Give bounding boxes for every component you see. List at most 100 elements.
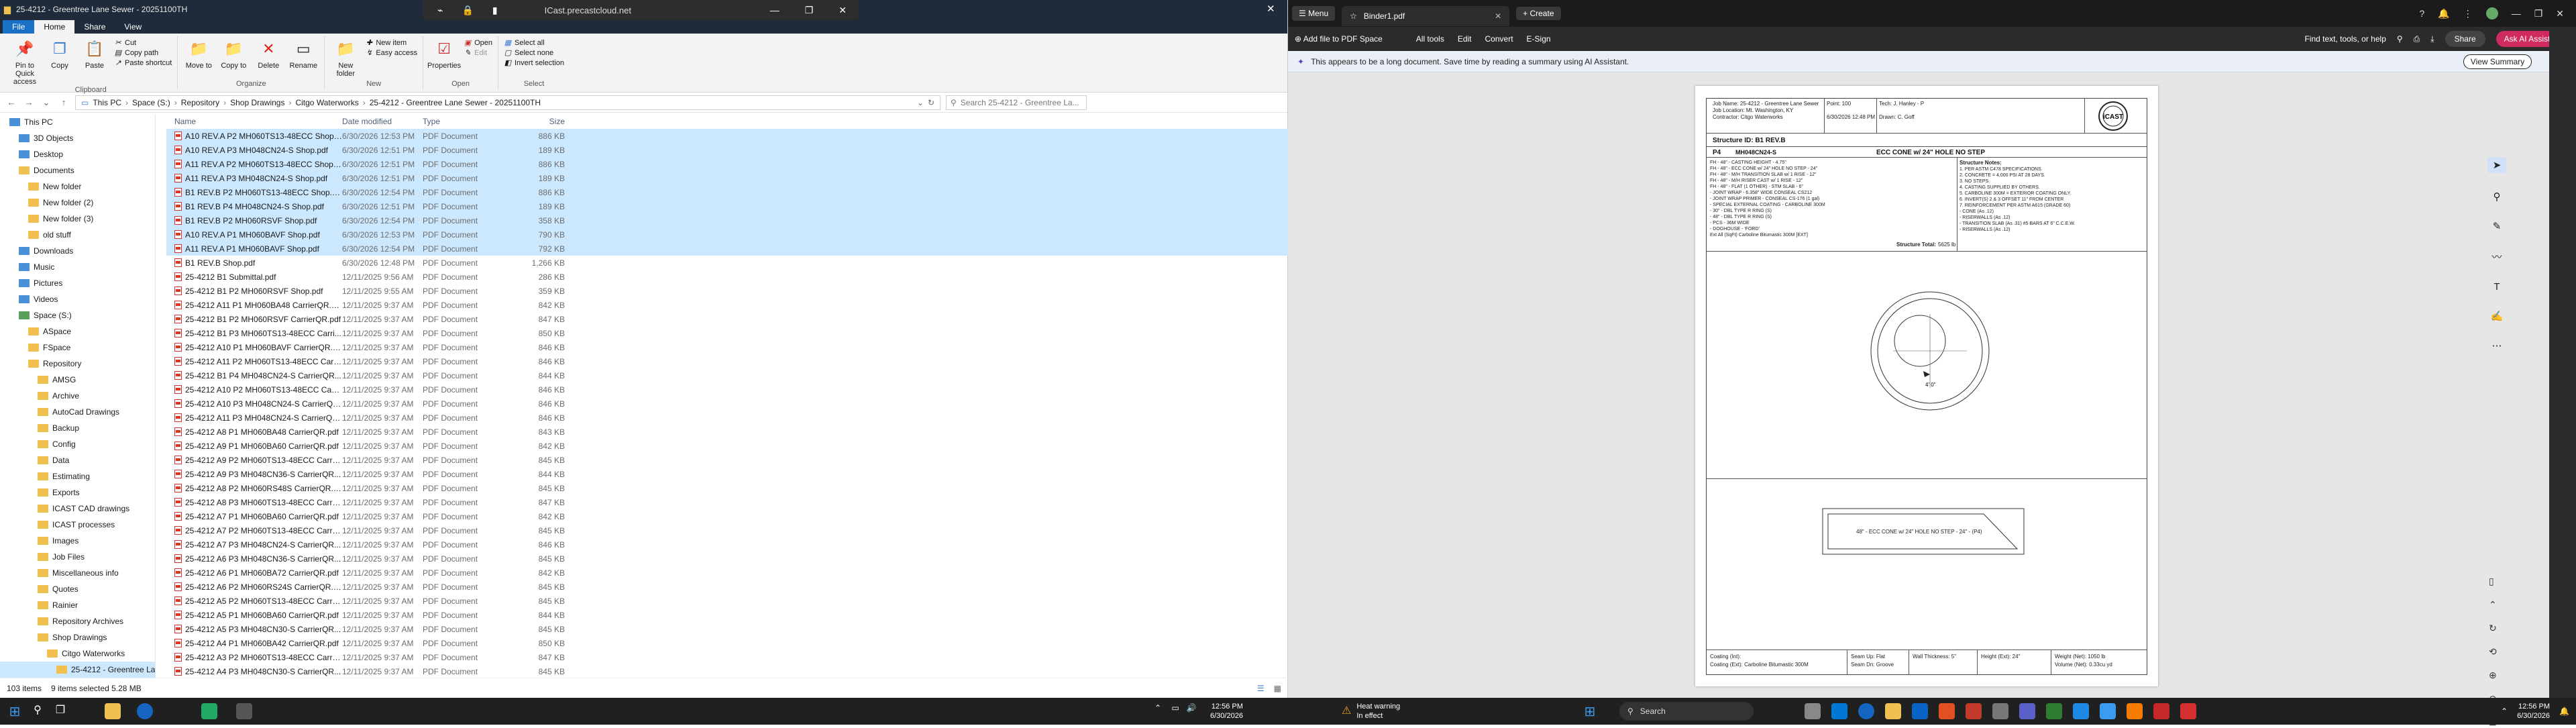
app-icon[interactable] bbox=[1831, 703, 1847, 719]
file-row[interactable]: A11 REV.A P3 MH048CN24-S Shop.pdf 6/30/20… bbox=[166, 171, 1288, 185]
file-row[interactable]: B1 REV.B Shop.pdf 6/30/2026 12:48 PM PDF D… bbox=[166, 256, 1288, 270]
file-row[interactable]: 25-4212 A10 P1 MH060BAVF CarrierQR.pdf 12… bbox=[166, 340, 1288, 354]
col-size-header[interactable]: Size bbox=[511, 117, 565, 126]
file-row[interactable]: 25-4212 A9 P1 MH060BA60 CarrierQR.pdf 12/… bbox=[166, 439, 1288, 453]
nav-item[interactable]: Rainier bbox=[0, 597, 155, 613]
nav-item[interactable]: FSpace bbox=[0, 340, 155, 356]
app-icon[interactable] bbox=[1939, 703, 1955, 719]
nav-item[interactable]: Music bbox=[0, 259, 155, 275]
app-icon[interactable] bbox=[1966, 703, 1982, 719]
windows-start-icon[interactable]: ⊞ bbox=[7, 703, 23, 719]
star-icon[interactable]: ☆ bbox=[1350, 11, 1357, 21]
file-row[interactable]: B1 REV.B P2 MH060RSVF Shop.pdf 6/30/2026 … bbox=[166, 213, 1288, 227]
file-row[interactable]: A10 REV.A P3 MH048CN24-S Shop.pdf 6/30/20… bbox=[166, 143, 1288, 157]
file-row[interactable]: 25-4212 A5 P1 MH060BA60 CarrierQR.pdf 12/… bbox=[166, 608, 1288, 622]
nav-item[interactable]: Quotes bbox=[0, 581, 155, 597]
file-row[interactable]: A10 REV.A P2 MH060TS13-48ECC Shop.pdf 6/3… bbox=[166, 129, 1288, 143]
file-row[interactable]: 25-4212 A8 P2 MH060RS48S CarrierQR.pdf 12… bbox=[166, 481, 1288, 495]
file-row[interactable]: 25-4212 A7 P1 MH060BA60 CarrierQR.pdf 12/… bbox=[166, 509, 1288, 523]
zoom-tool-icon[interactable]: ⚲ bbox=[2493, 191, 2501, 203]
stamp-icon[interactable]: ✍ bbox=[2491, 310, 2504, 322]
create-button[interactable]: + Create bbox=[1516, 7, 1561, 20]
nav-item[interactable]: Pictures bbox=[0, 275, 155, 291]
refresh-view-icon[interactable]: ↻ bbox=[2489, 623, 2497, 634]
details-view-icon[interactable]: ☰ bbox=[1257, 684, 1265, 693]
task-view-icon[interactable]: ❐ bbox=[52, 703, 68, 719]
col-type-header[interactable]: Type bbox=[423, 117, 511, 126]
nav-item[interactable]: This PC bbox=[0, 114, 155, 130]
file-row[interactable]: 25-4212 B1 P3 MH060TS13-48ECC Carri... 12… bbox=[166, 326, 1288, 340]
tab-close-icon[interactable]: ✕ bbox=[1495, 11, 1501, 21]
nav-item[interactable]: Desktop bbox=[0, 146, 155, 162]
nav-item[interactable]: ASpace bbox=[0, 323, 155, 340]
zoom-in-icon[interactable]: ⊕ bbox=[2489, 670, 2497, 681]
chevron-up-icon[interactable]: ⌃ bbox=[2501, 707, 2508, 716]
minimize-icon[interactable]: — bbox=[770, 5, 780, 16]
file-row[interactable]: 25-4212 B1 P4 MH048CN24-S CarrierQR... 12… bbox=[166, 368, 1288, 382]
nav-item[interactable]: Data bbox=[0, 452, 155, 468]
nav-item[interactable]: Exports bbox=[0, 484, 155, 501]
file-row[interactable]: 25-4212 A11 P1 MH060BA48 CarrierQR.pdf 12… bbox=[166, 298, 1288, 312]
nav-item[interactable]: ICAST CAD drawings bbox=[0, 501, 155, 517]
weather-widget[interactable]: ⚠ Heat warning In effect bbox=[1342, 702, 1400, 721]
paste-button[interactable]: 📋 Paste bbox=[79, 36, 110, 86]
move-to-button[interactable]: 📁 Move to bbox=[183, 36, 214, 80]
crumb-current-folder[interactable]: 25-4212 - Greentree Lane Sewer - 2025110… bbox=[370, 98, 541, 107]
tab-file[interactable]: File bbox=[3, 20, 35, 34]
search-box[interactable]: ⚲ Search 25-4212 - Greentree La... bbox=[946, 95, 1087, 110]
delete-button[interactable]: ✕ Delete bbox=[253, 36, 284, 80]
app-icon[interactable] bbox=[1992, 703, 2008, 719]
nav-item[interactable]: Job Files bbox=[0, 549, 155, 565]
app-icon[interactable] bbox=[2153, 703, 2169, 719]
cut-button[interactable]: ✂ Cut bbox=[114, 39, 172, 47]
invert-selection-button[interactable]: ◧ Invert selection bbox=[504, 59, 564, 67]
nav-item[interactable]: Archive bbox=[0, 388, 155, 404]
file-row[interactable]: 25-4212 A7 P2 MH060TS13-48ECC Carrier...… bbox=[166, 523, 1288, 537]
nav-item[interactable]: AMSG bbox=[0, 372, 155, 388]
outlook-icon[interactable] bbox=[1912, 703, 1928, 719]
nav-item[interactable]: Documents bbox=[0, 162, 155, 178]
crumb-space[interactable]: Space (S:) bbox=[132, 98, 170, 107]
app-icon[interactable] bbox=[201, 703, 217, 719]
tab-share[interactable]: Share bbox=[74, 20, 115, 34]
esign-button[interactable]: E-Sign bbox=[1527, 34, 1551, 44]
draw-icon[interactable]: 〰 bbox=[2491, 250, 2502, 264]
excel-icon[interactable] bbox=[2046, 703, 2062, 719]
chevron-up-icon[interactable]: ⌃ bbox=[1150, 703, 1166, 719]
app-icon[interactable] bbox=[2073, 703, 2089, 719]
explorer-close-icon[interactable]: ✕ bbox=[1267, 3, 1275, 15]
edit-button[interactable]: ✎ Edit bbox=[464, 49, 492, 57]
task-view-icon[interactable] bbox=[1805, 703, 1821, 719]
crumb-this-pc[interactable]: This PC bbox=[93, 98, 121, 107]
avatar[interactable] bbox=[2485, 7, 2498, 19]
nav-item[interactable]: old stuff bbox=[0, 227, 155, 243]
volume-icon[interactable]: 🔊 bbox=[1183, 703, 1199, 719]
forward-arrow-icon[interactable]: → bbox=[23, 97, 35, 107]
file-row[interactable]: 25-4212 B1 P2 MH060RSVF Shop.pdf 12/11/20… bbox=[166, 284, 1288, 298]
file-row[interactable]: 25-4212 A5 P2 MH060TS13-48ECC Carrier...… bbox=[166, 594, 1288, 608]
scroll-up-icon[interactable]: ⌃ bbox=[2489, 599, 2497, 611]
file-row[interactable]: B1 REV.B P4 MH048CN24-S Shop.pdf 6/30/202… bbox=[166, 199, 1288, 213]
back-arrow-icon[interactable]: ← bbox=[5, 97, 17, 107]
dropdown-chevron-icon[interactable]: ⌄ bbox=[917, 98, 924, 107]
print-icon[interactable]: ⎙ bbox=[2414, 34, 2420, 44]
nav-item[interactable]: Videos bbox=[0, 291, 155, 307]
file-explorer-taskbar-icon[interactable] bbox=[1885, 703, 1901, 719]
menu-button[interactable]: ☰ Menu bbox=[1292, 6, 1336, 21]
nav-item[interactable]: Miscellaneous info bbox=[0, 565, 155, 581]
nav-item[interactable]: Space (S:) bbox=[0, 307, 155, 323]
file-row[interactable]: 25-4212 B1 P2 MH060RSVF CarrierQR.pdf 12/… bbox=[166, 312, 1288, 326]
text-tool-icon[interactable]: T bbox=[2493, 281, 2500, 293]
file-row[interactable]: 25-4212 A9 P3 MH048CN36-S CarrierQR... 12… bbox=[166, 467, 1288, 481]
easy-access-button[interactable]: ↯ Easy access bbox=[365, 49, 417, 57]
file-row[interactable]: 25-4212 A5 P3 MH048CN30-S CarrierQR... 12… bbox=[166, 622, 1288, 636]
select-none-button[interactable]: ▢ Select none bbox=[504, 49, 564, 57]
win-restore-icon[interactable]: ❐ bbox=[2534, 8, 2543, 19]
file-row[interactable]: 25-4212 A11 P3 MH048CN24-S CarrierQR... 1… bbox=[166, 411, 1288, 425]
rotate-icon[interactable]: ⟲ bbox=[2489, 646, 2497, 658]
app-icon[interactable] bbox=[2100, 703, 2116, 719]
network-icon[interactable]: ▭ bbox=[1167, 703, 1183, 719]
help-icon[interactable]: ? bbox=[2419, 8, 2424, 19]
file-row[interactable]: A11 REV.A P1 MH060BAVF Shop.pdf 6/30/2026… bbox=[166, 242, 1288, 256]
notification-bell-icon[interactable]: 🔔 bbox=[2559, 707, 2569, 716]
